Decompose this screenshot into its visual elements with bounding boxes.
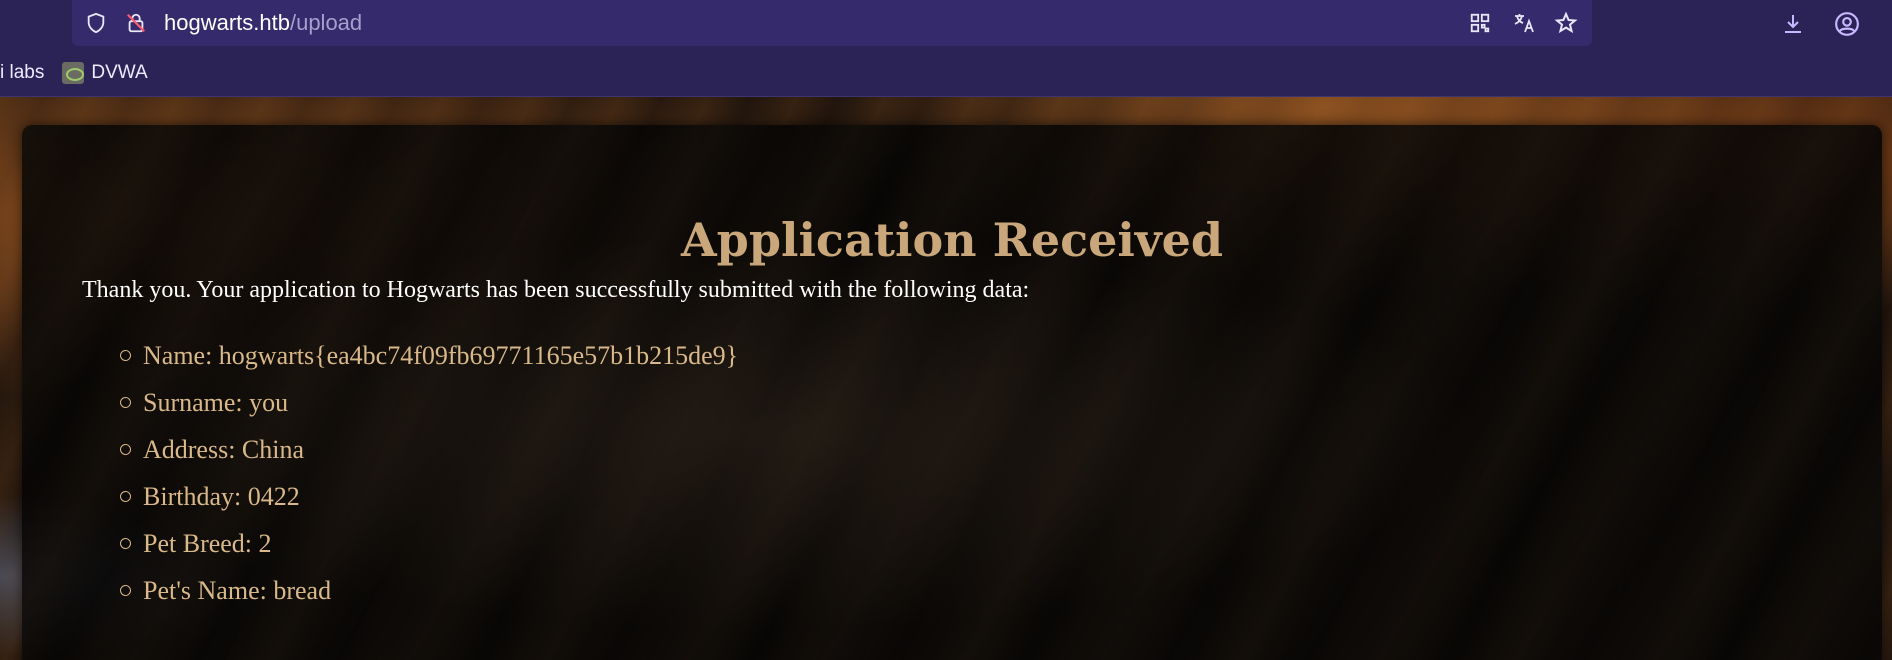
bookmark-label: i labs	[0, 62, 45, 83]
bullet-icon	[120, 538, 131, 549]
lock-icon[interactable]	[124, 11, 148, 35]
list-item-text: Name: hogwarts{ea4bc74f09fb69771165e57b1…	[143, 340, 739, 370]
bullet-icon	[120, 444, 131, 455]
browser-toolbar: hogwarts.htb/upload i labs DVWA	[0, 0, 1892, 97]
shield-icon[interactable]	[84, 11, 108, 35]
bookmark-dvwa[interactable]: DVWA	[62, 62, 148, 84]
qr-code-icon[interactable]	[1468, 11, 1492, 35]
url-path: /upload	[289, 10, 363, 35]
list-item-address: Address: China	[120, 426, 738, 473]
bullet-icon	[120, 397, 131, 408]
submitted-data-list: Name: hogwarts{ea4bc74f09fb69771165e57b1…	[120, 332, 738, 614]
bullet-icon	[120, 585, 131, 596]
translate-icon[interactable]	[1512, 11, 1536, 35]
list-item-surname: Surname: you	[120, 379, 738, 426]
account-icon[interactable]	[1834, 11, 1860, 37]
list-item-pet-breed: Pet Breed: 2	[120, 520, 738, 567]
list-item-text: Address: China	[143, 434, 305, 464]
dvwa-favicon-icon	[62, 62, 85, 84]
list-item-text: Birthday: 0422	[143, 481, 300, 511]
list-item-pet-name: Pet's Name: bread	[120, 567, 738, 614]
bullet-icon	[120, 350, 131, 361]
star-icon[interactable]	[1554, 11, 1578, 35]
bookmark-label: DVWA	[91, 62, 148, 83]
list-item-birthday: Birthday: 0422	[120, 473, 738, 520]
url-host: hogwarts.htb	[164, 10, 290, 35]
address-bar[interactable]: hogwarts.htb/upload	[72, 0, 1592, 46]
list-item-name: Name: hogwarts{ea4bc74f09fb69771165e57b1…	[120, 332, 738, 379]
url-text[interactable]: hogwarts.htb/upload	[164, 10, 362, 36]
list-item-text: Pet's Name: bread	[143, 575, 332, 605]
list-item-text: Pet Breed: 2	[143, 528, 272, 558]
list-item-text: Surname: you	[143, 387, 289, 417]
bullet-icon	[120, 491, 131, 502]
application-card: Application Received Thank you. Your app…	[22, 125, 1882, 660]
page-title: Application Received	[680, 213, 1224, 267]
download-icon[interactable]	[1780, 11, 1806, 37]
bookmark-labs[interactable]: i labs	[0, 62, 44, 84]
confirmation-message: Thank you. Your application to Hogwarts …	[82, 277, 1030, 303]
bookmarks-bar: i labs DVWA	[0, 56, 166, 90]
page-background: Application Received Thank you. Your app…	[0, 97, 1892, 660]
